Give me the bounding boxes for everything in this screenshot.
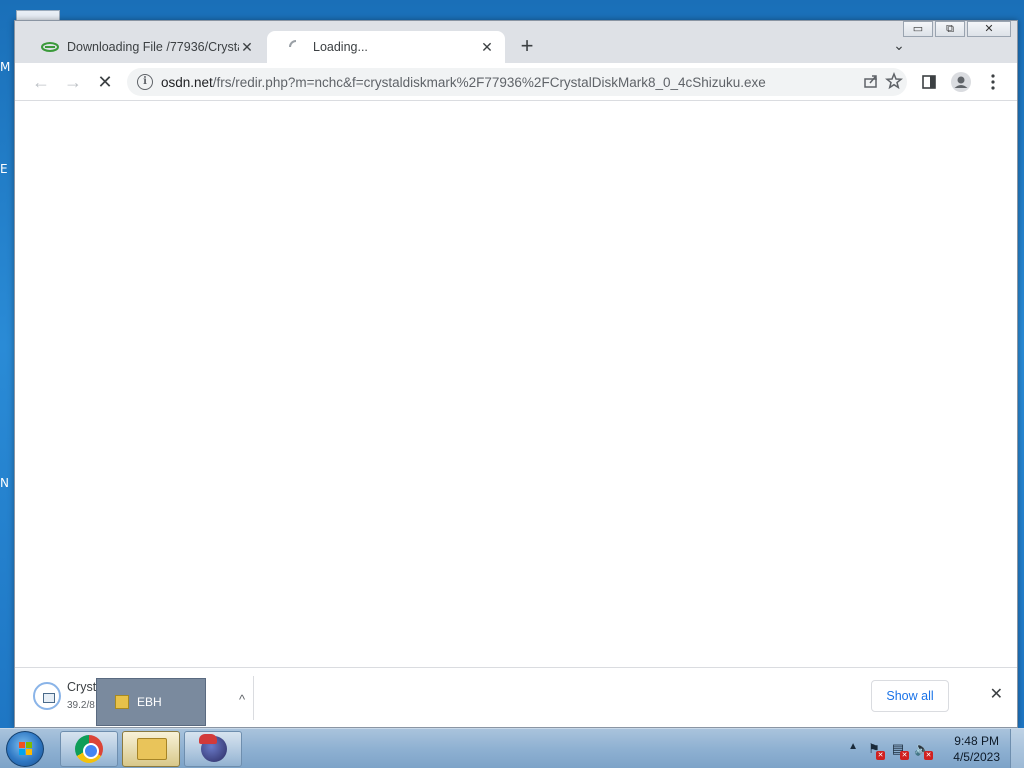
back-button[interactable]: ← <box>29 70 53 94</box>
start-button[interactable] <box>6 731 44 767</box>
tab-loading[interactable]: Loading... ✕ <box>267 31 505 63</box>
url-host: osdn.net <box>161 74 213 90</box>
windows-logo-icon <box>19 742 33 756</box>
tab-search-button[interactable]: ⌄ <box>889 37 909 57</box>
taskbar-thumbnail-popup[interactable]: EBH <box>96 678 206 726</box>
chevron-up-icon[interactable]: ^ <box>239 692 245 707</box>
maximize-button[interactable]: ⧉ <box>935 21 965 37</box>
tab-title: Downloading File /77936/CrystalDiskMark <box>67 40 239 54</box>
taskbar-app-button[interactable] <box>184 731 242 767</box>
clock[interactable]: 9:48 PM 4/5/2023 <box>953 733 1000 765</box>
browser-window: Downloading File /77936/CrystalDiskMark … <box>14 20 1018 728</box>
bookmark-star-icon[interactable] <box>885 71 903 95</box>
action-center-flag-icon[interactable]: ⚑ ✕ <box>866 741 885 760</box>
tab-downloading[interactable]: Downloading File /77936/CrystalDiskMark … <box>21 31 265 63</box>
address-bar[interactable]: i osdn.net/frs/redir.php?m=nchc&f=crysta… <box>127 68 907 96</box>
divider <box>253 676 254 720</box>
file-explorer-icon <box>137 738 167 760</box>
forward-button[interactable]: → <box>61 70 85 94</box>
download-file-name: Cryst <box>67 680 97 694</box>
browser-toolbar: ← → ✕ i osdn.net/frs/redir.php?m=nchc&f=… <box>15 63 1017 101</box>
url-path: /frs/redir.php?m=nchc&f=crystaldiskmark%… <box>212 74 766 90</box>
network-icon[interactable]: ▤ ✕ <box>890 741 909 760</box>
tab-title: Loading... <box>313 40 368 54</box>
show-desktop-button[interactable] <box>1010 729 1024 768</box>
download-progress-text: 39.2/8 <box>67 700 95 711</box>
profile-avatar-icon[interactable] <box>949 70 973 94</box>
loading-spinner-icon <box>287 40 305 54</box>
folder-icon <box>115 695 129 709</box>
taskbar: ▲ ⚑ ✕ ▤ ✕ 🔈 ✕ 9:48 PM 4/5/2023 <box>0 728 1024 768</box>
popup-label: EBH <box>137 695 162 709</box>
desktop-icon-label[interactable]: E <box>0 162 8 176</box>
taskbar-chrome-button[interactable] <box>60 731 118 767</box>
volume-muted-icon[interactable]: 🔈 ✕ <box>914 741 933 760</box>
tab-close-icon[interactable]: ✕ <box>479 39 495 55</box>
site-info-icon[interactable]: i <box>137 74 153 90</box>
stop-loading-button[interactable]: ✕ <box>93 70 117 94</box>
chrome-icon <box>75 735 103 763</box>
new-tab-button[interactable]: + <box>515 35 539 59</box>
clock-time: 9:48 PM <box>954 734 999 748</box>
show-hidden-icons-arrow[interactable]: ▲ <box>848 741 858 752</box>
window-controls: ▭ ⧉ ✕ <box>901 21 1011 39</box>
taskbar-explorer-button[interactable] <box>122 731 180 767</box>
download-file-icon <box>33 682 61 710</box>
close-download-shelf-icon[interactable]: ✕ <box>990 684 1003 704</box>
menu-kebab-icon[interactable] <box>981 70 1005 94</box>
side-panel-icon[interactable] <box>917 70 941 94</box>
desktop-icon-label[interactable]: M <box>0 60 10 74</box>
page-content <box>15 101 1017 667</box>
tab-strip: Downloading File /77936/CrystalDiskMark … <box>15 21 1017 63</box>
close-window-button[interactable]: ✕ <box>967 21 1011 37</box>
url-text[interactable]: osdn.net/frs/redir.php?m=nchc&f=crystald… <box>161 75 766 90</box>
show-all-button[interactable]: Show all <box>871 680 949 712</box>
app-icon <box>199 734 227 762</box>
desktop-icon-label[interactable]: N <box>0 476 9 490</box>
share-icon[interactable] <box>863 73 879 93</box>
tab-close-icon[interactable]: ✕ <box>239 39 255 55</box>
minimize-button[interactable]: ▭ <box>903 21 933 37</box>
clock-date: 4/5/2023 <box>953 750 1000 764</box>
osdn-favicon-icon <box>41 40 59 54</box>
